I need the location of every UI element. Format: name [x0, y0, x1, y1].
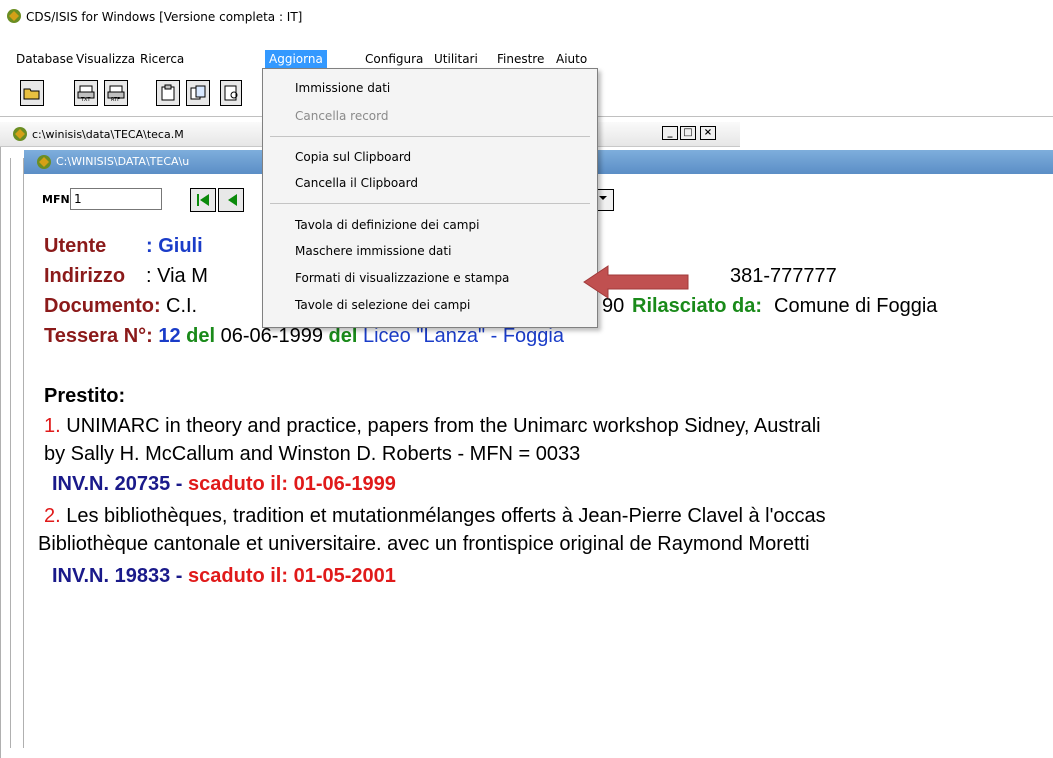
copy-button[interactable]: [186, 80, 210, 106]
tessera-number: 12: [158, 325, 181, 347]
loan-item-2-inv: INV.N. 19833 -: [52, 565, 183, 587]
tessera-del-2: del: [328, 325, 358, 347]
loan-item-1-title: 1. UNIMARC in theory and practice, paper…: [44, 414, 821, 438]
inner-window-title: C:\WINISIS\DATA\TECA\u: [56, 155, 190, 168]
window-title: CDS/ISIS for Windows [Versione completa …: [26, 10, 303, 24]
open-folder-icon: [23, 88, 40, 100]
loan-item-2-inventory: INV.N. 19833 - scaduto il: 01-05-2001: [52, 564, 396, 588]
tessera-school: Liceo "Lanza" - Foggia: [362, 325, 564, 347]
loan-item-1-number: 1.: [44, 415, 61, 437]
loan-item-2-number: 2.: [44, 505, 61, 527]
menu-aggiorna[interactable]: Aggiorna: [265, 50, 327, 68]
close-button[interactable]: ×: [700, 126, 716, 140]
tessera-label: Tessera N°:: [44, 325, 153, 347]
menu-item-formati-visualizzazione[interactable]: Formati di visualizzazione e stampa: [295, 267, 509, 289]
pointer-arrow-icon: [583, 265, 689, 299]
preview-button[interactable]: [220, 80, 242, 106]
menu-utilitari[interactable]: Utilitari: [430, 50, 482, 68]
utente-value: : Giuli: [146, 235, 203, 257]
menu-configura[interactable]: Configura: [361, 50, 427, 68]
svg-text:RTF: RTF: [111, 97, 120, 102]
menu-database[interactable]: Database: [12, 50, 77, 68]
menu-item-tavola-definizione-campi[interactable]: Tavola di definizione dei campi: [295, 214, 479, 236]
menu-item-maschere-immissione[interactable]: Maschere immissione dati: [295, 240, 451, 262]
dropdown-arrow-icon: [599, 196, 607, 200]
menu-item-copia-clipboard[interactable]: Copia sul Clipboard: [295, 146, 411, 168]
clipboard-icon: [161, 84, 175, 101]
print-txt-button[interactable]: TXT: [74, 80, 98, 106]
inner-window-app-icon: [37, 155, 51, 169]
outer-window-frame: [10, 158, 24, 748]
loan-item-1-inventory: INV.N. 20735 - scaduto il: 01-06-1999: [52, 472, 396, 496]
menu-item-cancella-record: Cancella record: [295, 109, 389, 123]
loan-item-1-inv: INV.N. 20735 -: [52, 473, 183, 495]
loan-item-2-title: 2. Les bibliothèques, tradition et mutat…: [44, 504, 826, 528]
tessera-del-1: del: [186, 325, 216, 347]
menu-aiuto[interactable]: Aiuto: [552, 50, 591, 68]
loan-item-2-due: scaduto il: 01-05-2001: [188, 565, 396, 587]
app-icon: [7, 9, 21, 23]
clipboard-button[interactable]: [156, 80, 180, 106]
outer-window-title: c:\winisis\data\TECA\teca.M: [32, 128, 184, 141]
menu-finestre[interactable]: Finestre: [493, 50, 548, 68]
loan-item-1-authors: by Sally H. McCallum and Winston D. Robe…: [44, 443, 581, 465]
loan-item-1-due: scaduto il: 01-06-1999: [188, 473, 396, 495]
menu-ricerca[interactable]: Ricerca: [136, 50, 188, 68]
svg-text:TXT: TXT: [80, 97, 91, 102]
documento-label: Documento:: [44, 295, 161, 317]
indirizzo-phone: 381-777777: [730, 265, 837, 287]
tessera-date: 06-06-1999: [220, 325, 323, 347]
minimize-button[interactable]: _: [662, 126, 678, 140]
first-record-button[interactable]: [190, 188, 216, 212]
window-app-icon: [13, 127, 27, 141]
prev-record-button[interactable]: [218, 188, 244, 212]
menu-item-cancella-clipboard[interactable]: Cancella il Clipboard: [295, 172, 418, 194]
first-record-icon: [197, 194, 209, 206]
loan-item-2-publisher: Bibliothèque cantonale et universitaire.…: [38, 533, 810, 555]
utente-line: Utente : Giuli: [44, 234, 203, 258]
open-database-button[interactable]: [20, 80, 44, 106]
documento-line: Documento: C.I. 90 Rilasciato da: Comune…: [44, 294, 937, 318]
loan-item-1-text: UNIMARC in theory and practice, papers f…: [66, 415, 821, 437]
print-rtf-button[interactable]: RTF: [104, 80, 128, 106]
indirizzo-value: : Via M: [146, 265, 208, 287]
preview-icon: [224, 85, 238, 101]
menu-separator: [270, 203, 590, 204]
print-txt-icon: TXT: [77, 85, 95, 102]
indirizzo-label: Indirizzo: [44, 265, 126, 287]
rilasciato-value: Comune di Foggia: [774, 295, 938, 317]
menu-item-tavole-selezione-campi[interactable]: Tavole di selezione dei campi: [295, 294, 470, 316]
menu-visualizza[interactable]: Visualizza: [72, 50, 139, 68]
mfn-input[interactable]: [70, 188, 162, 210]
maximize-button[interactable]: □: [680, 126, 696, 140]
utente-label: Utente: [44, 235, 107, 257]
prestito-heading: Prestito:: [44, 385, 126, 407]
print-rtf-icon: RTF: [107, 85, 125, 102]
menu-item-immissione-dati[interactable]: Immissione dati: [295, 77, 390, 99]
prev-record-icon: [228, 194, 237, 206]
documento-value: C.I.: [166, 295, 198, 317]
copy-icon: [190, 85, 206, 100]
title-bar: CDS/ISIS for Windows [Versione completa …: [0, 0, 1053, 30]
loan-item-2-text: Les bibliothèques, tradition et mutation…: [66, 505, 826, 527]
indirizzo-line: Indirizzo : Via M 381-777777: [44, 264, 837, 288]
menu-separator: [270, 136, 590, 137]
mfn-label: MFN: [42, 193, 70, 206]
